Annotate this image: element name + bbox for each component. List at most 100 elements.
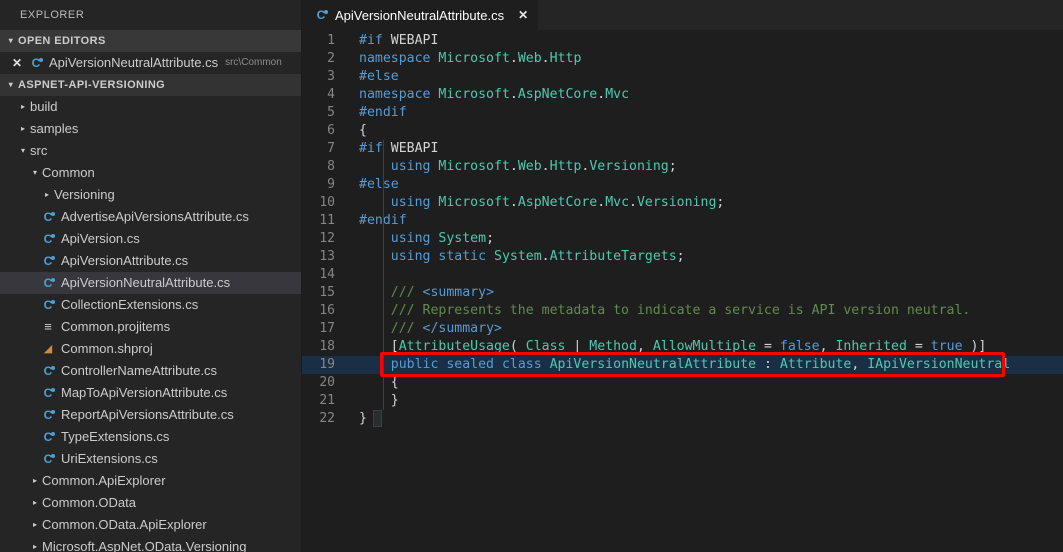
tree-item-label: Common.projitems (61, 319, 171, 334)
tree-file-reportapiversionsattribute-cs[interactable]: ReportApiVersionsAttribute.cs (0, 404, 301, 426)
code-viewport[interactable]: 1 #if WEBAPI 2 namespace Microsoft.Web.Http… (302, 30, 1063, 552)
tree-folder-common-apiexplorer[interactable]: Common.ApiExplorer (0, 470, 301, 492)
code-line-18: 18 [AttributeUsage( Class | Method, Allo… (302, 338, 1063, 356)
tree-item-label: TypeExtensions.cs (61, 429, 170, 444)
tree-folder-common-odata-apiexplorer[interactable]: Common.OData.ApiExplorer (0, 514, 301, 536)
csharp-icon (40, 363, 56, 379)
tree-folder-microsoft-aspnet-odata-versioning[interactable]: Microsoft.AspNet.OData.Versioning (0, 536, 301, 552)
code-line-14: 14 (302, 266, 1063, 284)
code-text[interactable]: namespace Microsoft.AspNetCore.Mvc (359, 86, 1063, 104)
tree-folder-samples[interactable]: samples (0, 118, 301, 140)
tree-file-apiversion-cs[interactable]: ApiVersion.cs (0, 228, 301, 250)
open-editor-path: src\Common (225, 57, 282, 68)
line-number: 6 (327, 123, 335, 138)
code-text[interactable]: } (359, 410, 1063, 428)
code-line-12: 12 using System; (302, 230, 1063, 248)
close-icon[interactable]: ✕ (516, 8, 530, 22)
line-number: 10 (319, 195, 335, 210)
code-line-22: 22} (302, 410, 1063, 428)
code-line-1: 1 #if WEBAPI (302, 32, 1063, 50)
code-text[interactable]: #endif (359, 104, 1063, 122)
tree-file-controllernameattribute-cs[interactable]: ControllerNameAttribute.cs (0, 360, 301, 382)
tree-file-collectionextensions-cs[interactable]: CollectionExtensions.cs (0, 294, 301, 316)
code-lines: 1 #if WEBAPI 2 namespace Microsoft.Web.Http… (302, 30, 1063, 428)
code-text[interactable]: public sealed class ApiVersionNeutralAtt… (359, 356, 1063, 374)
tree-item-label: Microsoft.AspNet.OData.Versioning (42, 539, 247, 552)
code-text[interactable]: using System; (359, 230, 1063, 248)
code-text[interactable]: /// </summary> (359, 320, 1063, 338)
code-text[interactable]: #if WEBAPI (359, 140, 1063, 158)
tree-folder-build[interactable]: build (0, 96, 301, 118)
code-line-16: 16 /// Represents the metadata to indica… (302, 302, 1063, 320)
code-text[interactable]: namespace Microsoft.Web.Http (359, 50, 1063, 68)
line-number: 15 (319, 285, 335, 300)
csharp-icon (40, 253, 56, 269)
tree-item-label: ApiVersionAttribute.cs (61, 253, 189, 268)
code-text[interactable]: using Microsoft.Web.Http.Versioning; (359, 158, 1063, 176)
tree-item-label: ApiVersion.cs (61, 231, 140, 246)
code-text[interactable]: { (359, 122, 1063, 140)
tree-file-uriextensions-cs[interactable]: UriExtensions.cs (0, 448, 301, 470)
code-line-7: 7 #if WEBAPI (302, 140, 1063, 158)
section-open-editors[interactable]: OPEN EDITORS (0, 30, 301, 52)
chevron-right-icon (16, 118, 30, 140)
section-open-editors-label: OPEN EDITORS (18, 35, 106, 47)
line-number: 5 (327, 105, 335, 120)
tree-file-typeextensions-cs[interactable]: TypeExtensions.cs (0, 426, 301, 448)
tree-file-apiversionneutralattribute-cs[interactable]: ApiVersionNeutralAttribute.cs (0, 272, 301, 294)
tree-file-apiversionattribute-cs[interactable]: ApiVersionAttribute.cs (0, 250, 301, 272)
line-number: 13 (319, 249, 335, 264)
line-number: 4 (327, 87, 335, 102)
code-text[interactable]: #endif (359, 212, 1063, 230)
tree-item-label: AdvertiseApiVersionsAttribute.cs (61, 209, 249, 224)
code-text[interactable]: { (359, 374, 1063, 392)
vscode-window: EXPLORER OPEN EDITORS ✕ ApiVersionNeutra… (0, 0, 1063, 552)
csharp-icon (40, 451, 56, 467)
section-project-root[interactable]: ASPNET-API-VERSIONING (0, 74, 301, 96)
tree-file-advertiseapiversionsattribute-cs[interactable]: AdvertiseApiVersionsAttribute.cs (0, 206, 301, 228)
code-text[interactable]: #if WEBAPI (359, 32, 1063, 50)
tree-item-label: ControllerNameAttribute.cs (61, 363, 218, 378)
tab-api-version-neutral-attribute[interactable]: ApiVersionNeutralAttribute.cs ✕ (302, 0, 540, 30)
tree-folder-versioning[interactable]: Versioning (0, 184, 301, 206)
code-text[interactable]: } (359, 392, 1063, 410)
code-line-2: 2 namespace Microsoft.Web.Http (302, 50, 1063, 68)
tree-item-label: Common.OData (42, 495, 136, 510)
open-editor-filename: ApiVersionNeutralAttribute.cs (49, 55, 219, 70)
tree-file-common-shproj[interactable]: Common.shproj (0, 338, 301, 360)
chevron-down-icon (4, 30, 18, 52)
tree-item-label: src (30, 143, 48, 158)
open-editor-item[interactable]: ✕ ApiVersionNeutralAttribute.cs src\Comm… (0, 52, 301, 74)
line-number: 22 (319, 411, 335, 426)
csharp-icon (40, 209, 56, 225)
code-text[interactable]: #else (359, 68, 1063, 86)
csharp-icon (40, 231, 56, 247)
code-line-3: 3 #else (302, 68, 1063, 86)
tree-folder-src[interactable]: src (0, 140, 301, 162)
code-line-13: 13 using static System.AttributeTargets; (302, 248, 1063, 266)
code-line-10: 10 using Microsoft.AspNetCore.Mvc.Versio… (302, 194, 1063, 212)
indent-guide (383, 140, 384, 410)
tree-item-label: ReportApiVersionsAttribute.cs (61, 407, 234, 422)
tree-folder-common-odata[interactable]: Common.OData (0, 492, 301, 514)
code-text[interactable]: using static System.AttributeTargets; (359, 248, 1063, 266)
line-number: 21 (319, 393, 335, 408)
code-text[interactable]: using Microsoft.AspNetCore.Mvc.Versionin… (359, 194, 1063, 212)
tree-folder-common[interactable]: Common (0, 162, 301, 184)
code-line-20: 20 { (302, 374, 1063, 392)
code-text[interactable]: /// Represents the metadata to indicate … (359, 302, 1063, 320)
code-line-6: 6{ (302, 122, 1063, 140)
line-number: 7 (327, 141, 335, 156)
cursor-brace-highlight (373, 410, 382, 427)
close-icon[interactable]: ✕ (9, 55, 25, 71)
code-line-19: 19 public sealed class ApiVersionNeutral… (302, 356, 1063, 374)
code-text[interactable]: #else (359, 176, 1063, 194)
tree-file-common-projitems[interactable]: Common.projitems (0, 316, 301, 338)
tree-file-maptoapiversionattribute-cs[interactable]: MapToApiVersionAttribute.cs (0, 382, 301, 404)
code-line-9: 9 #else (302, 176, 1063, 194)
editor-area: ApiVersionNeutralAttribute.cs ✕ 1 #if WEB… (302, 0, 1063, 552)
code-text[interactable]: /// <summary> (359, 284, 1063, 302)
code-text[interactable]: [AttributeUsage( Class | Method, AllowMu… (359, 338, 1063, 356)
xml-file-icon (40, 319, 56, 335)
line-number: 11 (319, 213, 335, 228)
